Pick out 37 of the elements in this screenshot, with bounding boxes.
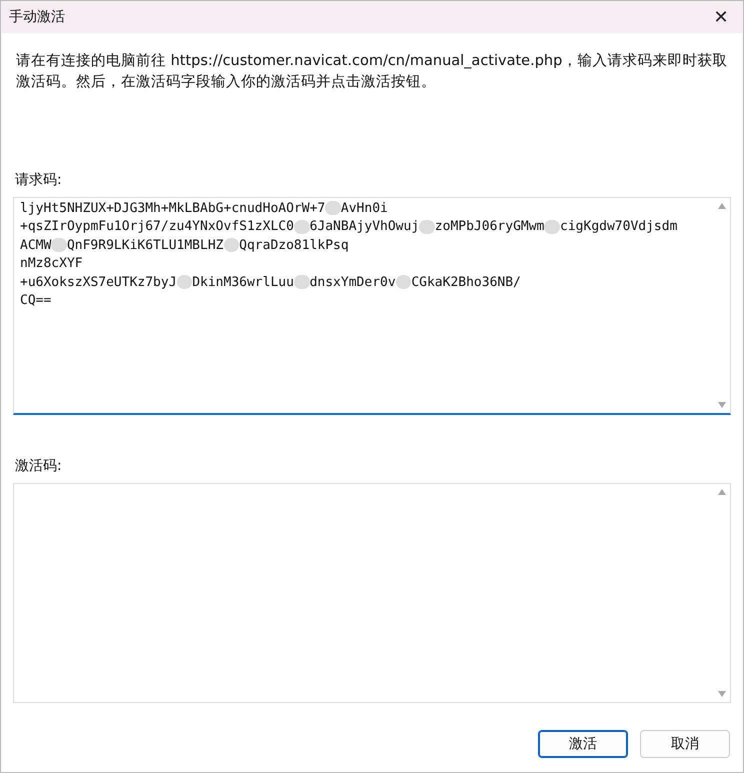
activate-button[interactable]: 激活 bbox=[538, 730, 628, 758]
field-label: 请求码: bbox=[15, 171, 63, 189]
code-text: ljyHt5NHZUX+DJG3Mh+MkLBAbG+cnudHoAOrW+7 bbox=[20, 201, 326, 216]
scroll-down-icon[interactable] bbox=[717, 690, 727, 698]
code-text: QqraDzo81lkPsq bbox=[239, 238, 349, 253]
redaction-mark bbox=[51, 238, 67, 252]
code-text: CGkaK2Bho36NB/ bbox=[411, 274, 521, 290]
redaction-mark bbox=[224, 238, 240, 252]
instruction-text: 请在有连接的电脑前往 https://customer.navicat.com/cn/manual_activate.php，输入请求码来即时获取激活码。然后，在激活码字段输入你的激活码并点击激活按钮。 bbox=[16, 52, 728, 92]
code-text: QnF9R9LKiK6TLU1MBLHZ bbox=[66, 238, 224, 253]
redaction-mark bbox=[176, 275, 192, 289]
code-text: ACMW bbox=[20, 238, 52, 253]
cancel-button[interactable]: 取消 bbox=[640, 730, 730, 758]
field-label: 激活码: bbox=[15, 457, 63, 475]
code-text: +u6XokszXS7eUTKz7byJ bbox=[20, 274, 177, 290]
code-text: +qsZIrOypmFu1Orj67/zu4YNxOvfS1zXLC0 bbox=[20, 219, 294, 234]
code-text: cigKgdw70Vdjsdm bbox=[560, 219, 678, 234]
request-code-field[interactable] bbox=[13, 197, 731, 415]
close-button[interactable]: ✕ bbox=[699, 1, 743, 33]
redaction-mark bbox=[419, 220, 435, 234]
code-text: dnsxYmDer0v bbox=[310, 274, 396, 290]
code-text: DkinM36wrlLuu bbox=[192, 274, 294, 290]
redaction-mark bbox=[294, 275, 310, 289]
redaction-mark bbox=[544, 220, 560, 234]
scroll-up-icon[interactable] bbox=[717, 488, 727, 496]
redaction-mark bbox=[294, 220, 310, 234]
code-text: 6JaNBAjyVhOwuj bbox=[310, 219, 420, 234]
code-text: CQ== bbox=[20, 292, 52, 308]
redaction-mark bbox=[396, 275, 412, 289]
scroll-down-icon[interactable] bbox=[717, 401, 727, 409]
code-text: zoMPbJ06ryGMwm bbox=[434, 219, 544, 234]
redaction-mark bbox=[325, 201, 341, 216]
window-title: 手动激活 bbox=[9, 8, 65, 26]
scroll-up-icon[interactable] bbox=[717, 202, 727, 210]
activation-code-field[interactable] bbox=[13, 483, 731, 703]
code-text: nMz8cXYF bbox=[20, 256, 83, 272]
code-text: AvHn0i bbox=[340, 201, 388, 216]
